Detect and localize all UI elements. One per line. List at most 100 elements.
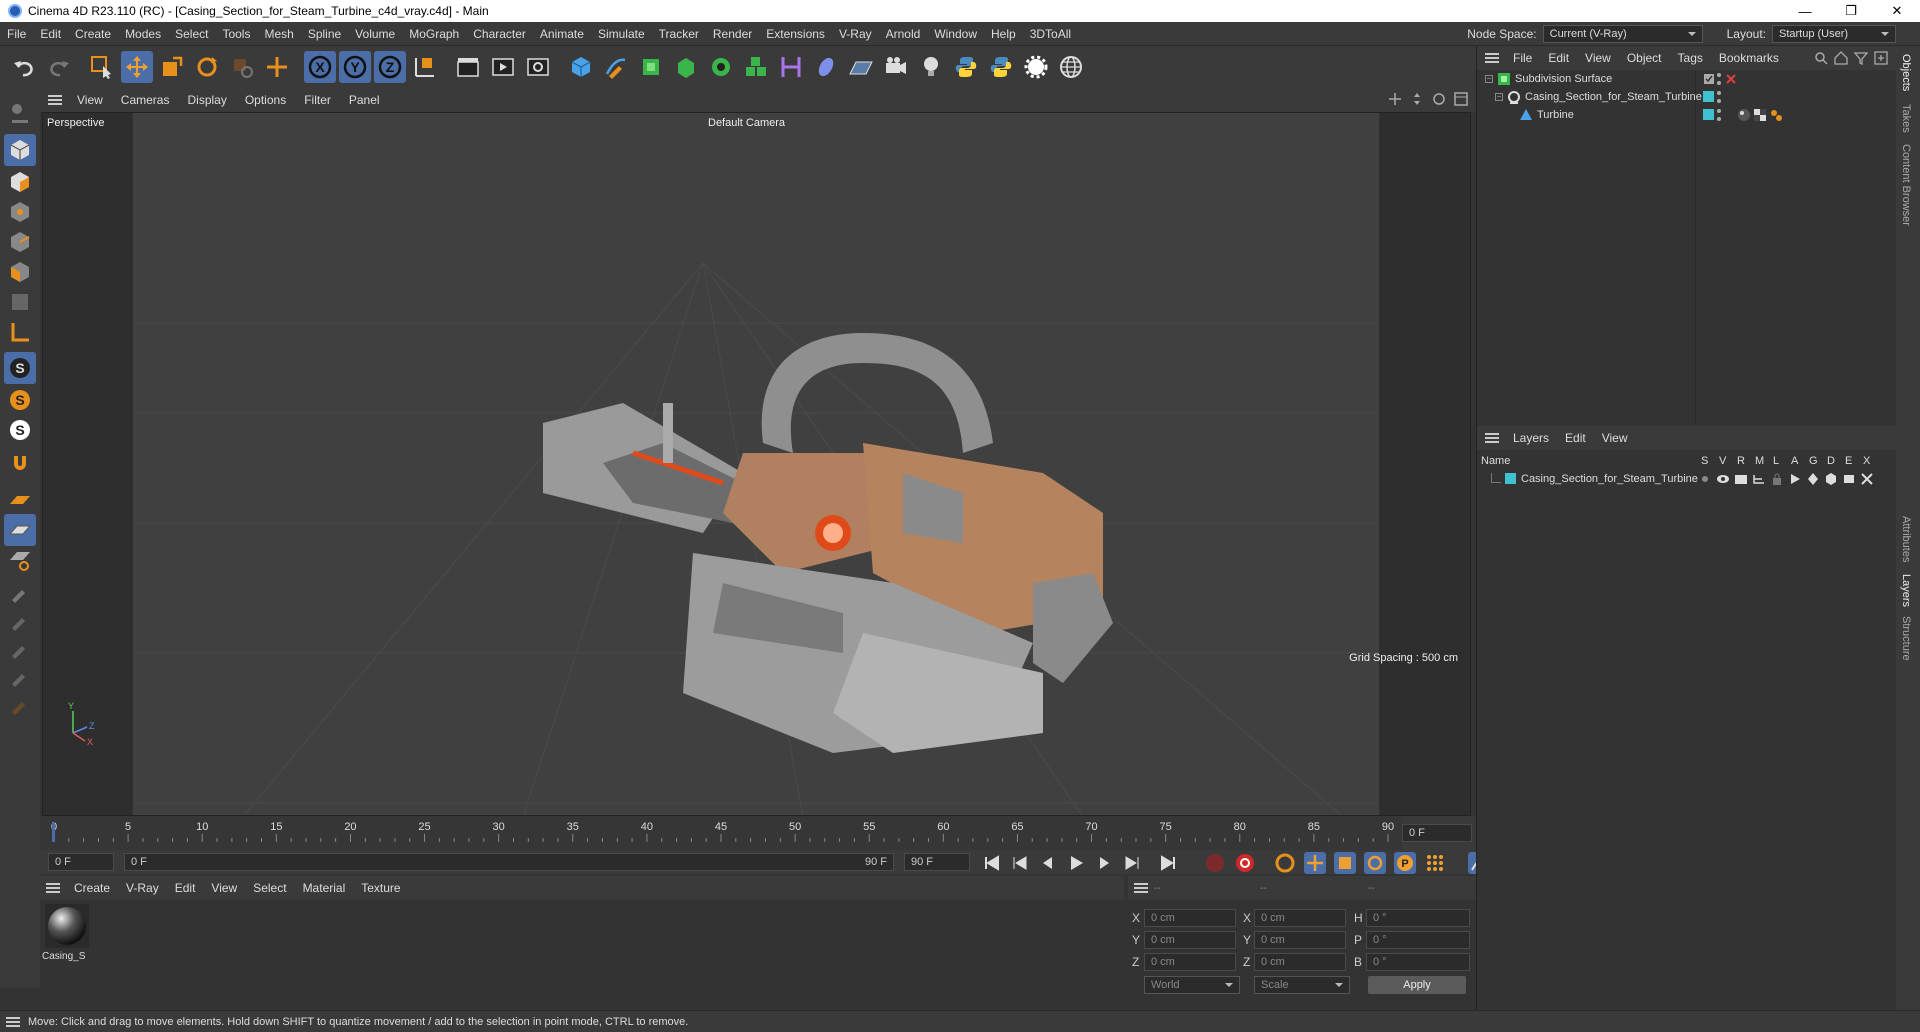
menu-spline[interactable]: Spline <box>301 27 348 41</box>
hamburger-icon[interactable] <box>48 95 62 105</box>
dolly-view-icon[interactable] <box>1410 92 1424 106</box>
record-keyframe-icon[interactable] <box>1204 852 1226 874</box>
go-to-start-icon[interactable] <box>982 853 1002 873</box>
viewport-menu-filter[interactable]: Filter <box>295 93 340 107</box>
live-selection-button[interactable] <box>86 51 118 83</box>
scale-tool-button[interactable] <box>156 51 188 83</box>
layout-dropdown[interactable]: Startup (User) <box>1772 25 1896 43</box>
key-pla-icon[interactable] <box>1424 852 1446 874</box>
menu-volume[interactable]: Volume <box>348 27 402 41</box>
spline-pen-button[interactable] <box>600 51 632 83</box>
pan-view-icon[interactable] <box>1388 92 1402 106</box>
apply-button[interactable]: Apply <box>1368 976 1466 994</box>
hamburger-icon[interactable] <box>1485 53 1499 63</box>
visibility-dots[interactable] <box>1717 73 1721 85</box>
menu-modes[interactable]: Modes <box>118 27 168 41</box>
menu-window[interactable]: Window <box>927 27 984 41</box>
menu-create[interactable]: Create <box>68 27 118 41</box>
hamburger-icon[interactable] <box>1134 883 1148 893</box>
coord-size-x-field[interactable]: 0 cm <box>1254 909 1346 927</box>
menu-tracker[interactable]: Tracker <box>652 27 706 41</box>
layer-color-swatch[interactable] <box>1703 91 1714 102</box>
coord-size-z-field[interactable]: 0 cm <box>1254 953 1346 971</box>
menu-mograph[interactable]: MoGraph <box>402 27 466 41</box>
field-button[interactable] <box>810 51 842 83</box>
recent-tool-button[interactable] <box>226 51 258 83</box>
hamburger-icon[interactable] <box>46 883 60 893</box>
coord-rot-b-field[interactable]: 0 ° <box>1366 953 1470 971</box>
layer-eye-icon[interactable] <box>1717 472 1729 486</box>
side-tab-structure[interactable]: Structure <box>1900 616 1912 661</box>
cloner-button[interactable] <box>705 51 737 83</box>
layer-animation-icon[interactable] <box>1789 472 1801 486</box>
viewport-menu-view[interactable]: View <box>68 93 112 107</box>
coordinate-system-button[interactable] <box>409 51 441 83</box>
layer-color-swatch[interactable] <box>1505 473 1516 484</box>
layer-menu-edit[interactable]: Edit <box>1557 431 1594 445</box>
hamburger-icon[interactable] <box>1485 433 1499 443</box>
object-menu-view[interactable]: View <box>1577 51 1619 65</box>
coord-pos-z-field[interactable]: 0 cm <box>1144 953 1236 971</box>
render-picture-viewer-button[interactable] <box>487 51 519 83</box>
side-tab-objects[interactable]: Objects <box>1900 54 1912 91</box>
coord-rot-p-field[interactable]: 0 ° <box>1366 931 1470 949</box>
autokey-icon[interactable] <box>1234 852 1256 874</box>
start-frame-field[interactable]: 0 F <box>48 853 114 871</box>
side-tab-content-browser[interactable]: Content Browser <box>1900 144 1912 226</box>
key-scale-icon[interactable] <box>1334 852 1356 874</box>
material-menu-vray[interactable]: V-Ray <box>118 881 167 895</box>
mograph-button[interactable] <box>740 51 772 83</box>
viewport-menu-panel[interactable]: Panel <box>340 93 389 107</box>
coord-size-y-field[interactable]: 0 cm <box>1254 931 1346 949</box>
object-row-casing-section[interactable]: − Casing_Section_for_Steam_Turbine <box>1477 88 1897 106</box>
vray-material-tag-icon[interactable] <box>1737 108 1751 122</box>
close-button[interactable]: ✕ <box>1874 0 1920 22</box>
menu-edit[interactable]: Edit <box>33 27 68 41</box>
coord-pos-x-field[interactable]: 0 cm <box>1144 909 1236 927</box>
disabled-x-icon[interactable] <box>1725 73 1737 85</box>
key-rotation-icon[interactable] <box>1364 852 1386 874</box>
undo-button[interactable] <box>8 51 40 83</box>
move-tool-button[interactable] <box>121 51 153 83</box>
menu-animate[interactable]: Animate <box>533 27 591 41</box>
object-menu-file[interactable]: File <box>1505 51 1540 65</box>
layer-deformers-icon[interactable] <box>1825 472 1837 486</box>
layer-lock-icon[interactable] <box>1771 472 1783 486</box>
filter-icon[interactable] <box>1854 51 1868 65</box>
viewport-menu-display[interactable]: Display <box>178 93 235 107</box>
material-swatch[interactable]: Casing_S <box>42 904 92 962</box>
side-tab-takes[interactable]: Takes <box>1900 104 1912 133</box>
layer-row[interactable]: Casing_Section_for_Steam_Turbine <box>1477 470 1897 488</box>
menu-character[interactable]: Character <box>466 27 533 41</box>
snap-settings-button[interactable]: S <box>4 384 36 416</box>
menu-file[interactable]: File <box>0 27 33 41</box>
uv-mode-button[interactable] <box>4 286 36 318</box>
material-menu-create[interactable]: Create <box>66 881 118 895</box>
layer-expressions-icon[interactable] <box>1843 472 1855 486</box>
minimize-button[interactable]: — <box>1782 0 1828 22</box>
play-icon[interactable] <box>1066 853 1086 873</box>
make-editable-button[interactable] <box>4 96 36 128</box>
snap-button[interactable]: S <box>4 352 36 384</box>
side-tab-attributes[interactable]: Attributes <box>1900 516 1912 562</box>
menu-help[interactable]: Help <box>984 27 1023 41</box>
object-row-turbine[interactable]: Turbine <box>1477 106 1897 124</box>
object-menu-bookmarks[interactable]: Bookmarks <box>1711 51 1787 65</box>
keyframe-selection-icon[interactable] <box>1274 852 1296 874</box>
edit-check-icon[interactable] <box>1703 73 1715 85</box>
cube-button[interactable] <box>565 51 597 83</box>
maximize-view-icon[interactable] <box>1454 92 1468 106</box>
node-space-dropdown[interactable]: Current (V-Ray) <box>1542 25 1703 43</box>
rotate-tool-button[interactable] <box>191 51 223 83</box>
tweak-mode-button[interactable] <box>4 448 36 480</box>
maximize-button[interactable]: ❐ <box>1828 0 1874 22</box>
menu-mesh[interactable]: Mesh <box>257 27 300 41</box>
python-plugin-button[interactable] <box>985 51 1017 83</box>
settings-button[interactable] <box>1020 51 1052 83</box>
material-menu-material[interactable]: Material <box>295 881 354 895</box>
phong-tag-icon[interactable] <box>1769 108 1783 122</box>
object-menu-edit[interactable]: Edit <box>1540 51 1577 65</box>
points-mode-button[interactable] <box>4 196 36 228</box>
layer-color-swatch[interactable] <box>1703 109 1714 120</box>
extrude-button[interactable] <box>670 51 702 83</box>
